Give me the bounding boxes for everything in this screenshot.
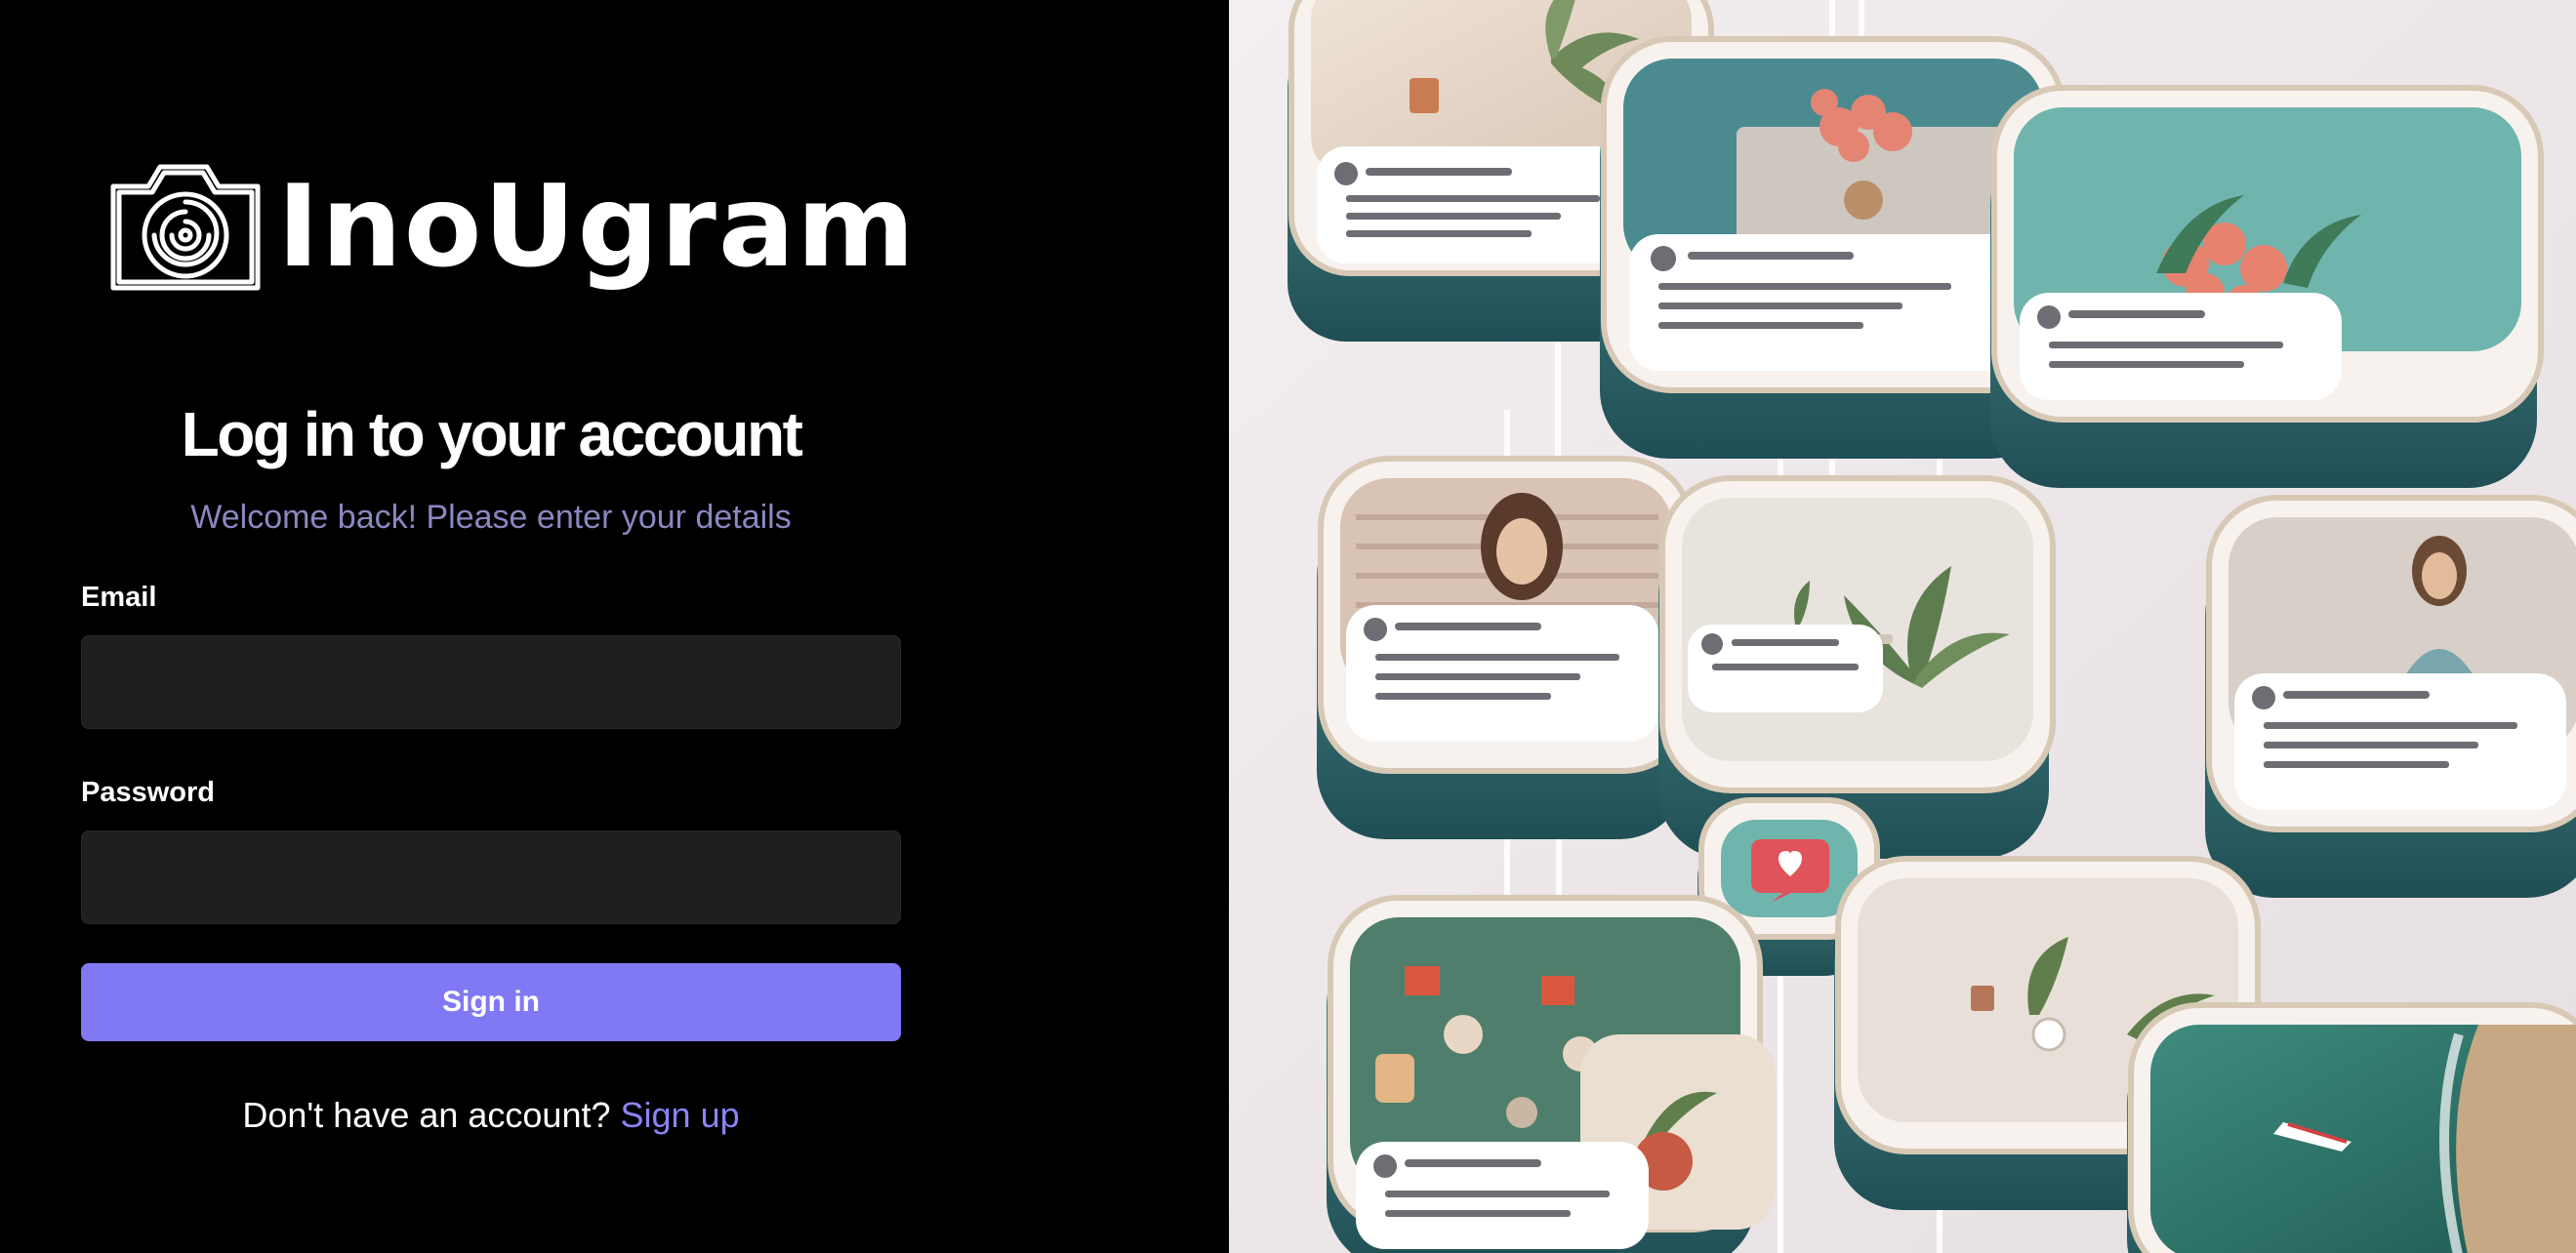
sign-in-button[interactable]: Sign in xyxy=(81,963,901,1041)
signup-prompt-text: Don't have an account? xyxy=(242,1095,611,1135)
signup-prompt: Don't have an account? Sign up xyxy=(81,1095,901,1136)
email-label: Email xyxy=(81,582,157,613)
login-page: InoUgram Log in to your account Welcome … xyxy=(0,0,2576,1253)
email-field[interactable] xyxy=(81,635,901,729)
brand-name: InoUgram xyxy=(277,161,918,293)
social-feed-collage-illustration xyxy=(1229,0,2576,1253)
login-panel: InoUgram Log in to your account Welcome … xyxy=(0,0,1229,1253)
brand-logo: InoUgram xyxy=(105,154,917,301)
sign-up-link[interactable]: Sign up xyxy=(621,1095,740,1135)
page-title: Log in to your account xyxy=(181,399,803,469)
password-field[interactable] xyxy=(81,830,901,924)
password-label: Password xyxy=(81,777,215,808)
hero-panel xyxy=(1229,0,2576,1253)
camera-spiral-logo-icon xyxy=(110,164,261,291)
page-subtitle: Welcome back! Please enter your details xyxy=(190,499,792,536)
